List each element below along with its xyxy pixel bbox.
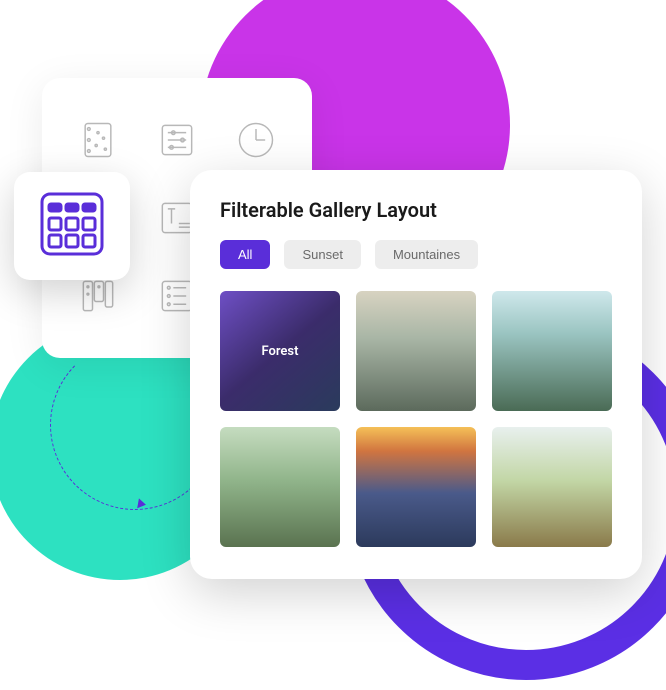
gallery-item-horse[interactable] xyxy=(220,427,340,547)
filter-mountaines-button[interactable]: Mountaines xyxy=(375,240,478,269)
notebook-icon[interactable] xyxy=(70,110,127,170)
gallery-item-label: Forest xyxy=(262,344,299,359)
sliders-icon[interactable] xyxy=(149,110,206,170)
gallery-card: Filterable Gallery Layout All Sunset Mou… xyxy=(190,170,642,579)
gallery-item-clouds[interactable] xyxy=(356,291,476,411)
gallery-item-sunset[interactable] xyxy=(356,427,476,547)
gallery-item-waterfall[interactable] xyxy=(492,291,612,411)
grid-icon-card[interactable] xyxy=(14,172,130,280)
filter-row: All Sunset Mountaines xyxy=(220,240,612,269)
clock-icon[interactable] xyxy=(227,110,284,170)
filter-all-button[interactable]: All xyxy=(220,240,270,269)
gallery-item-savanna[interactable] xyxy=(492,427,612,547)
bg-arc-arrow-icon xyxy=(137,498,147,509)
gallery-grid: Forest xyxy=(220,291,612,547)
gallery-title: Filterable Gallery Layout xyxy=(220,198,612,222)
gallery-item-forest[interactable]: Forest xyxy=(220,291,340,411)
grid-icon xyxy=(36,188,108,264)
filter-sunset-button[interactable]: Sunset xyxy=(284,240,360,269)
